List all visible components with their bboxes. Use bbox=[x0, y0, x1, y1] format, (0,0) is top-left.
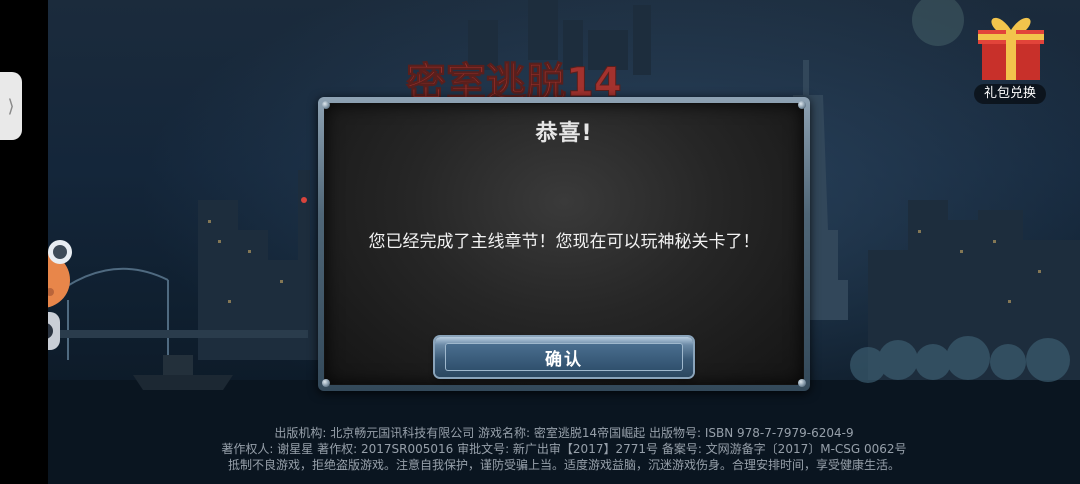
gift-redeem-button[interactable]: 礼包兑换 bbox=[968, 10, 1056, 104]
gift-redeem-label: 礼包兑换 bbox=[974, 84, 1046, 104]
footer-health-notice: 抵制不良游戏，拒绝盗版游戏。注意自我保护，谨防受骗上当。适度游戏益脑，沉迷游戏伤… bbox=[227, 458, 900, 472]
rivet-icon bbox=[322, 101, 330, 109]
footer-copyright-line: 著作权人: 谢星星 著作权: 2017SR005016 审批文号: 新广出审【2… bbox=[221, 442, 907, 456]
side-drawer-handle[interactable]: ⟩ bbox=[0, 72, 22, 140]
congratulations-dialog: 恭喜! 您已经完成了主线章节！您现在可以玩神秘关卡了！ 确认 bbox=[318, 97, 810, 391]
rivet-icon bbox=[798, 101, 806, 109]
chevron-right-icon: ⟩ bbox=[7, 95, 15, 117]
confirm-button-label: 确认 bbox=[445, 343, 683, 371]
footer-publisher-line: 出版机构: 北京畅元国讯科技有限公司 游戏名称: 密室逃脱14帝国崛起 出版物号… bbox=[274, 426, 854, 440]
confirm-button[interactable]: 确认 bbox=[435, 337, 693, 377]
dialog-title: 恭喜! bbox=[535, 121, 593, 146]
rivet-icon bbox=[798, 379, 806, 387]
gift-box-icon bbox=[978, 17, 1044, 80]
rivet-icon bbox=[322, 379, 330, 387]
dialog-message: 您已经完成了主线章节！您现在可以玩神秘关卡了！ bbox=[368, 232, 760, 252]
